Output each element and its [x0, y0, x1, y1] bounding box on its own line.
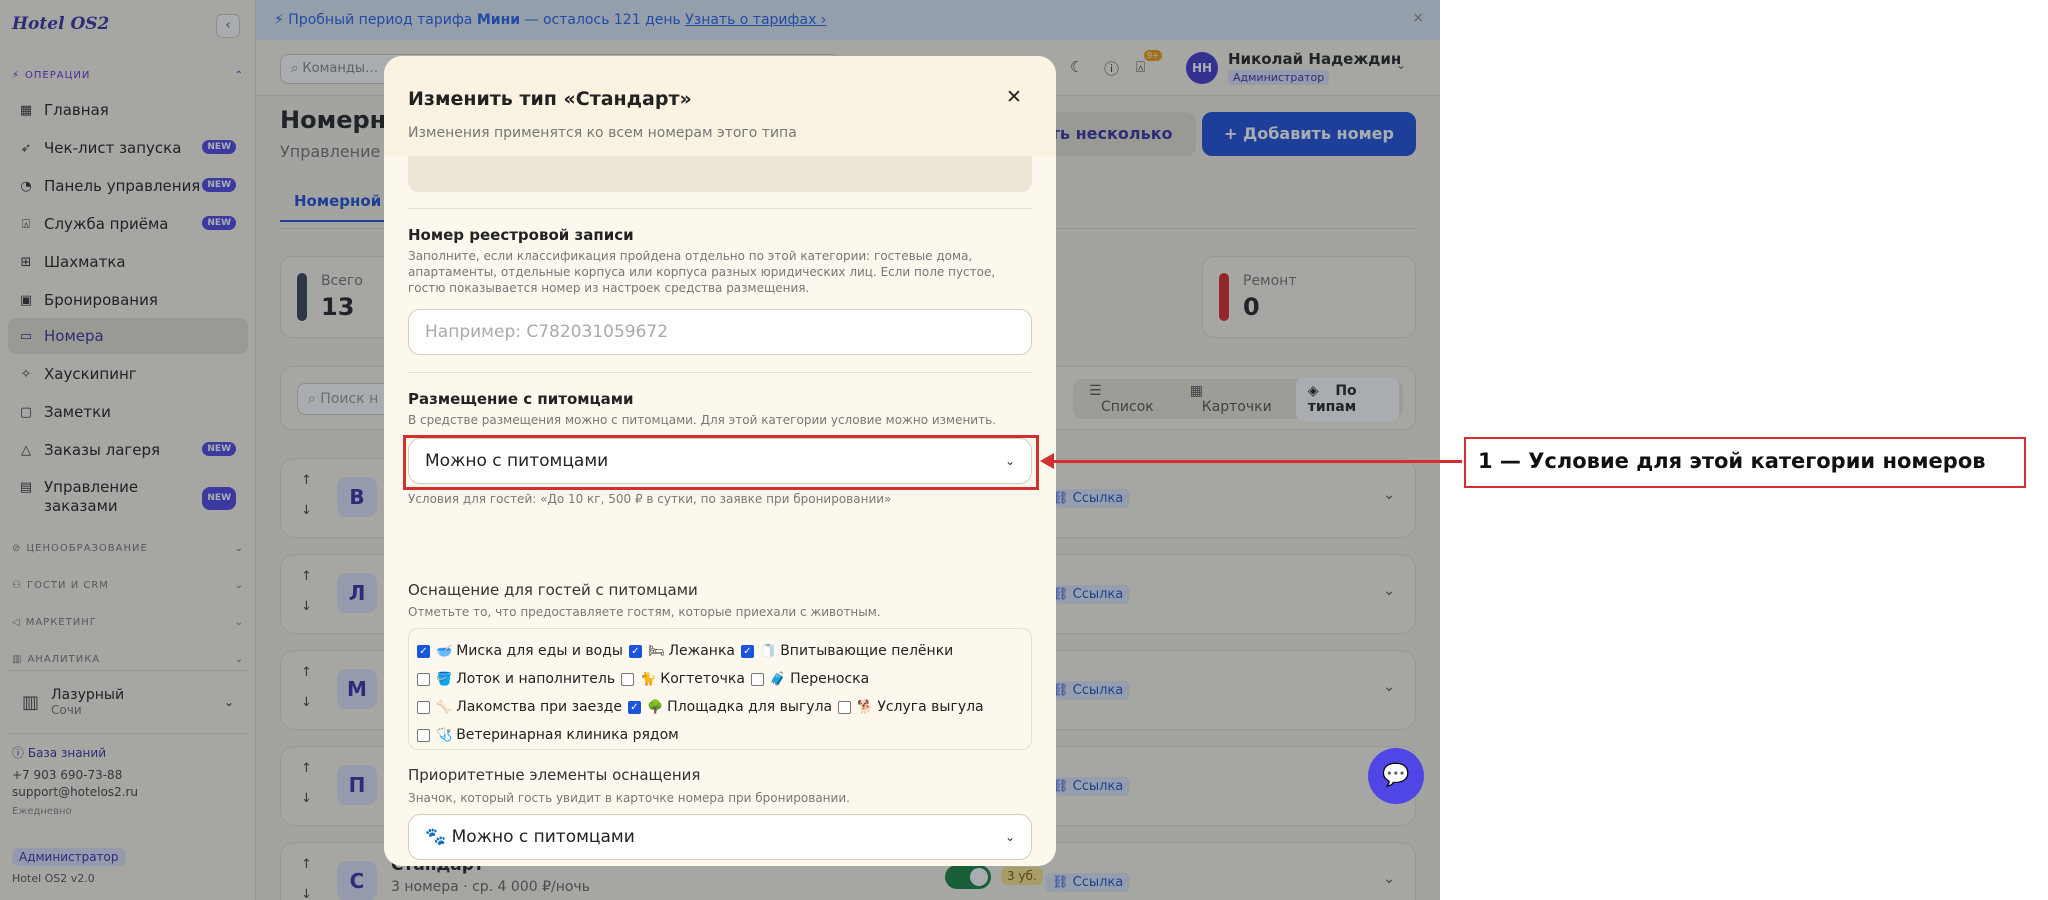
equip-checkbox[interactable]: ✓ 🥣 Миска для еды и воды [417, 643, 623, 659]
checkbox-row: 🩺 Ветеринарная клиника рядом [417, 721, 1023, 749]
checkbox-unchecked[interactable] [417, 728, 430, 742]
checkbox-row: ✓ 🥣 Миска для еды и воды ✓ 🛏 Лежанка ✓ 🧻 Впитыва… [417, 637, 1023, 665]
checkbox-unchecked[interactable] [750, 672, 764, 686]
equip-emoji-icon: 🥣 [436, 643, 453, 659]
equip-label: Оснащение для гостей с питомцами [408, 581, 698, 599]
annotation-highlight-box [403, 435, 1039, 490]
checkbox-checked[interactable]: ✓ [628, 644, 642, 658]
priority-select-value: 🐾 Можно с питомцами [425, 827, 635, 847]
equip-checkbox-label: Миска для еды и воды [456, 643, 623, 659]
equip-checkbox-label: Площадка для выгула [667, 699, 833, 715]
equip-checkbox[interactable]: ✓ 🌳 Площадка для выгула [627, 699, 833, 715]
priority-label: Приоритетные элементы оснащения [408, 766, 701, 784]
equip-checkbox-label: Впитывающие пелёнки [780, 643, 954, 659]
close-icon[interactable]: ✕ [1006, 86, 1022, 108]
equip-checkbox-label: Лакомства при заезде [456, 699, 622, 715]
equip-checkbox-group: ✓ 🥣 Миска для еды и воды ✓ 🛏 Лежанка ✓ 🧻 Впитыва… [408, 628, 1032, 750]
equip-checkbox[interactable]: ✓ 🧻 Впитывающие пелёнки [741, 643, 953, 659]
equip-checkbox-label: Переноска [790, 671, 870, 687]
checkbox-row: 🪣 Лоток и наполнитель 🐈 Когтеточка 🧳 Переноск… [417, 665, 1023, 693]
equip-emoji-icon: 🐈 [640, 671, 657, 687]
equip-checkbox-label: Лежанка [668, 643, 735, 659]
equip-checkbox-label: Когтеточка [660, 671, 745, 687]
chat-button[interactable]: 💬 [1368, 748, 1424, 804]
pets-label: Размещение с питомцами [408, 390, 634, 408]
equip-emoji-icon: 🩺 [436, 727, 453, 743]
checkbox-checked[interactable]: ✓ [741, 644, 754, 658]
equip-emoji-icon: 🛏 [647, 643, 665, 659]
divider [408, 208, 1032, 209]
registry-label: Номер реестровой записи [408, 226, 634, 244]
checkbox-checked[interactable]: ✓ [417, 644, 430, 658]
checkbox-row: 🦴 Лакомства при заезде ✓ 🌳 Площадка для выгу… [417, 693, 1023, 721]
equip-checkbox[interactable]: 🐕 Услуга выгула [838, 699, 984, 715]
equip-checkbox[interactable]: 🐈 Когтеточка [621, 671, 745, 687]
equip-emoji-icon: 🌳 [646, 699, 664, 715]
equip-emoji-icon: 🐕 [857, 699, 874, 715]
equip-checkbox-label: Услуга выгула [877, 699, 984, 715]
equip-checkbox[interactable]: 🪣 Лоток и наполнитель [417, 671, 615, 687]
modal-subtitle: Изменения применятся ко всем номерам это… [408, 125, 797, 141]
equip-checkbox-label: Лоток и наполнитель [456, 671, 616, 687]
priority-select[interactable]: 🐾 Можно с питомцами ⌄ [408, 814, 1032, 860]
equip-emoji-icon: 🧻 [760, 643, 777, 659]
pets-help: В средстве размещения можно с питомцами.… [408, 413, 996, 427]
equip-checkbox-label: Ветеринарная клиника рядом [456, 727, 679, 743]
priority-help: Значок, который гость увидит в карточке … [408, 791, 850, 805]
chevron-down-icon: ⌄ [1004, 830, 1015, 844]
modal-body: Номер реестровой записи Заполните, если … [408, 156, 1032, 866]
modal-header: Изменить тип «Стандарт» Изменения примен… [384, 56, 1056, 156]
equip-checkbox[interactable]: 🩺 Ветеринарная клиника рядом [417, 727, 679, 743]
equip-emoji-icon: 🦴 [436, 699, 453, 715]
registry-input[interactable] [408, 309, 1032, 355]
chat-icon: 💬 [1382, 763, 1410, 788]
scrolled-field[interactable] [408, 156, 1032, 192]
registry-help: Заполните, если классификация пройдена о… [408, 249, 996, 295]
annotation-arrow-line [1052, 460, 1462, 463]
checkbox-unchecked[interactable] [838, 700, 852, 714]
equip-help: Отметьте то, что предоставляете гостям, … [408, 605, 881, 619]
equip-checkbox[interactable]: ✓ 🛏 Лежанка [628, 643, 735, 659]
checkbox-checked[interactable]: ✓ [627, 700, 641, 714]
checkbox-unchecked[interactable] [621, 672, 635, 686]
annotation-callout: 1 — Условие для этой категории номеров [1464, 437, 2026, 488]
equip-checkbox[interactable]: 🦴 Лакомства при заезде [417, 699, 622, 715]
divider [408, 372, 1032, 373]
equip-emoji-icon: 🪣 [436, 671, 453, 687]
checkbox-unchecked[interactable] [417, 700, 430, 714]
equip-emoji-icon: 🧳 [769, 671, 787, 687]
equip-checkbox[interactable]: 🧳 Переноска [750, 671, 870, 687]
modal-title: Изменить тип «Стандарт» [408, 88, 692, 110]
pets-conditions: Условия для гостей: «До 10 кг, 500 ₽ в с… [408, 492, 892, 506]
checkbox-unchecked[interactable] [417, 672, 430, 686]
